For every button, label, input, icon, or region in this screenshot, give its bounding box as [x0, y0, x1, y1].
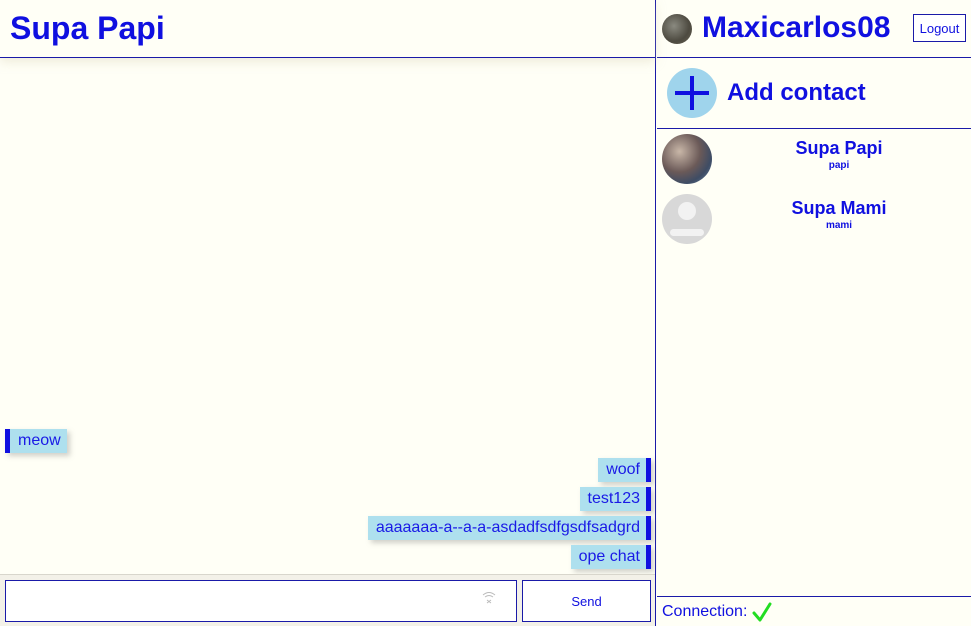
checkmark-icon: [752, 602, 772, 621]
contact-username: papi: [828, 160, 850, 171]
message-bubble-outgoing: test123: [579, 487, 651, 511]
message-bubble-outgoing: ope chat: [570, 545, 651, 569]
chat-app: Supa Papi meow woof test123 aaaaaaa-a--a…: [0, 0, 971, 626]
contact-name: Supa Papi: [795, 138, 883, 158]
connection-label: Connection:: [662, 602, 748, 620]
add-contact-label: Add contact: [727, 79, 866, 106]
connection-status: Connection:: [657, 596, 971, 626]
message-bubble-incoming: meow: [5, 429, 67, 453]
message-input[interactable]: [5, 580, 517, 622]
plus-icon: [667, 68, 717, 118]
message-composer: Send: [0, 574, 655, 626]
contact-avatar: [662, 134, 712, 184]
default-avatar-icon: [662, 194, 712, 244]
user-header: Maxicarlos08 Logout: [657, 0, 971, 58]
message-bubble-outgoing: woof: [598, 458, 651, 482]
sidebar: Maxicarlos08 Logout Add contact Supa Pap…: [657, 0, 971, 626]
wifi-off-icon: [482, 592, 496, 604]
message-bubble-outgoing: aaaaaaa-a--a-a-asdadfsdfgsdfsadgrd: [367, 516, 651, 540]
chat-title: Supa Papi: [10, 10, 165, 46]
contact-item[interactable]: Supa Papi papi: [657, 129, 971, 189]
chat-header: Supa Papi: [0, 0, 655, 58]
user-avatar: [662, 14, 692, 44]
add-contact-button[interactable]: Add contact: [657, 58, 971, 129]
contact-item[interactable]: Supa Mami mami: [657, 189, 971, 249]
send-button[interactable]: Send: [522, 580, 651, 622]
contact-name: Supa Mami: [791, 198, 887, 218]
contact-username: mami: [825, 220, 853, 231]
chat-pane: Supa Papi meow woof test123 aaaaaaa-a--a…: [0, 0, 656, 626]
logout-button[interactable]: Logout: [913, 14, 966, 42]
message-list: meow woof test123 aaaaaaa-a--a-a-asdadfs…: [0, 58, 655, 574]
user-name: Maxicarlos08: [702, 11, 891, 44]
